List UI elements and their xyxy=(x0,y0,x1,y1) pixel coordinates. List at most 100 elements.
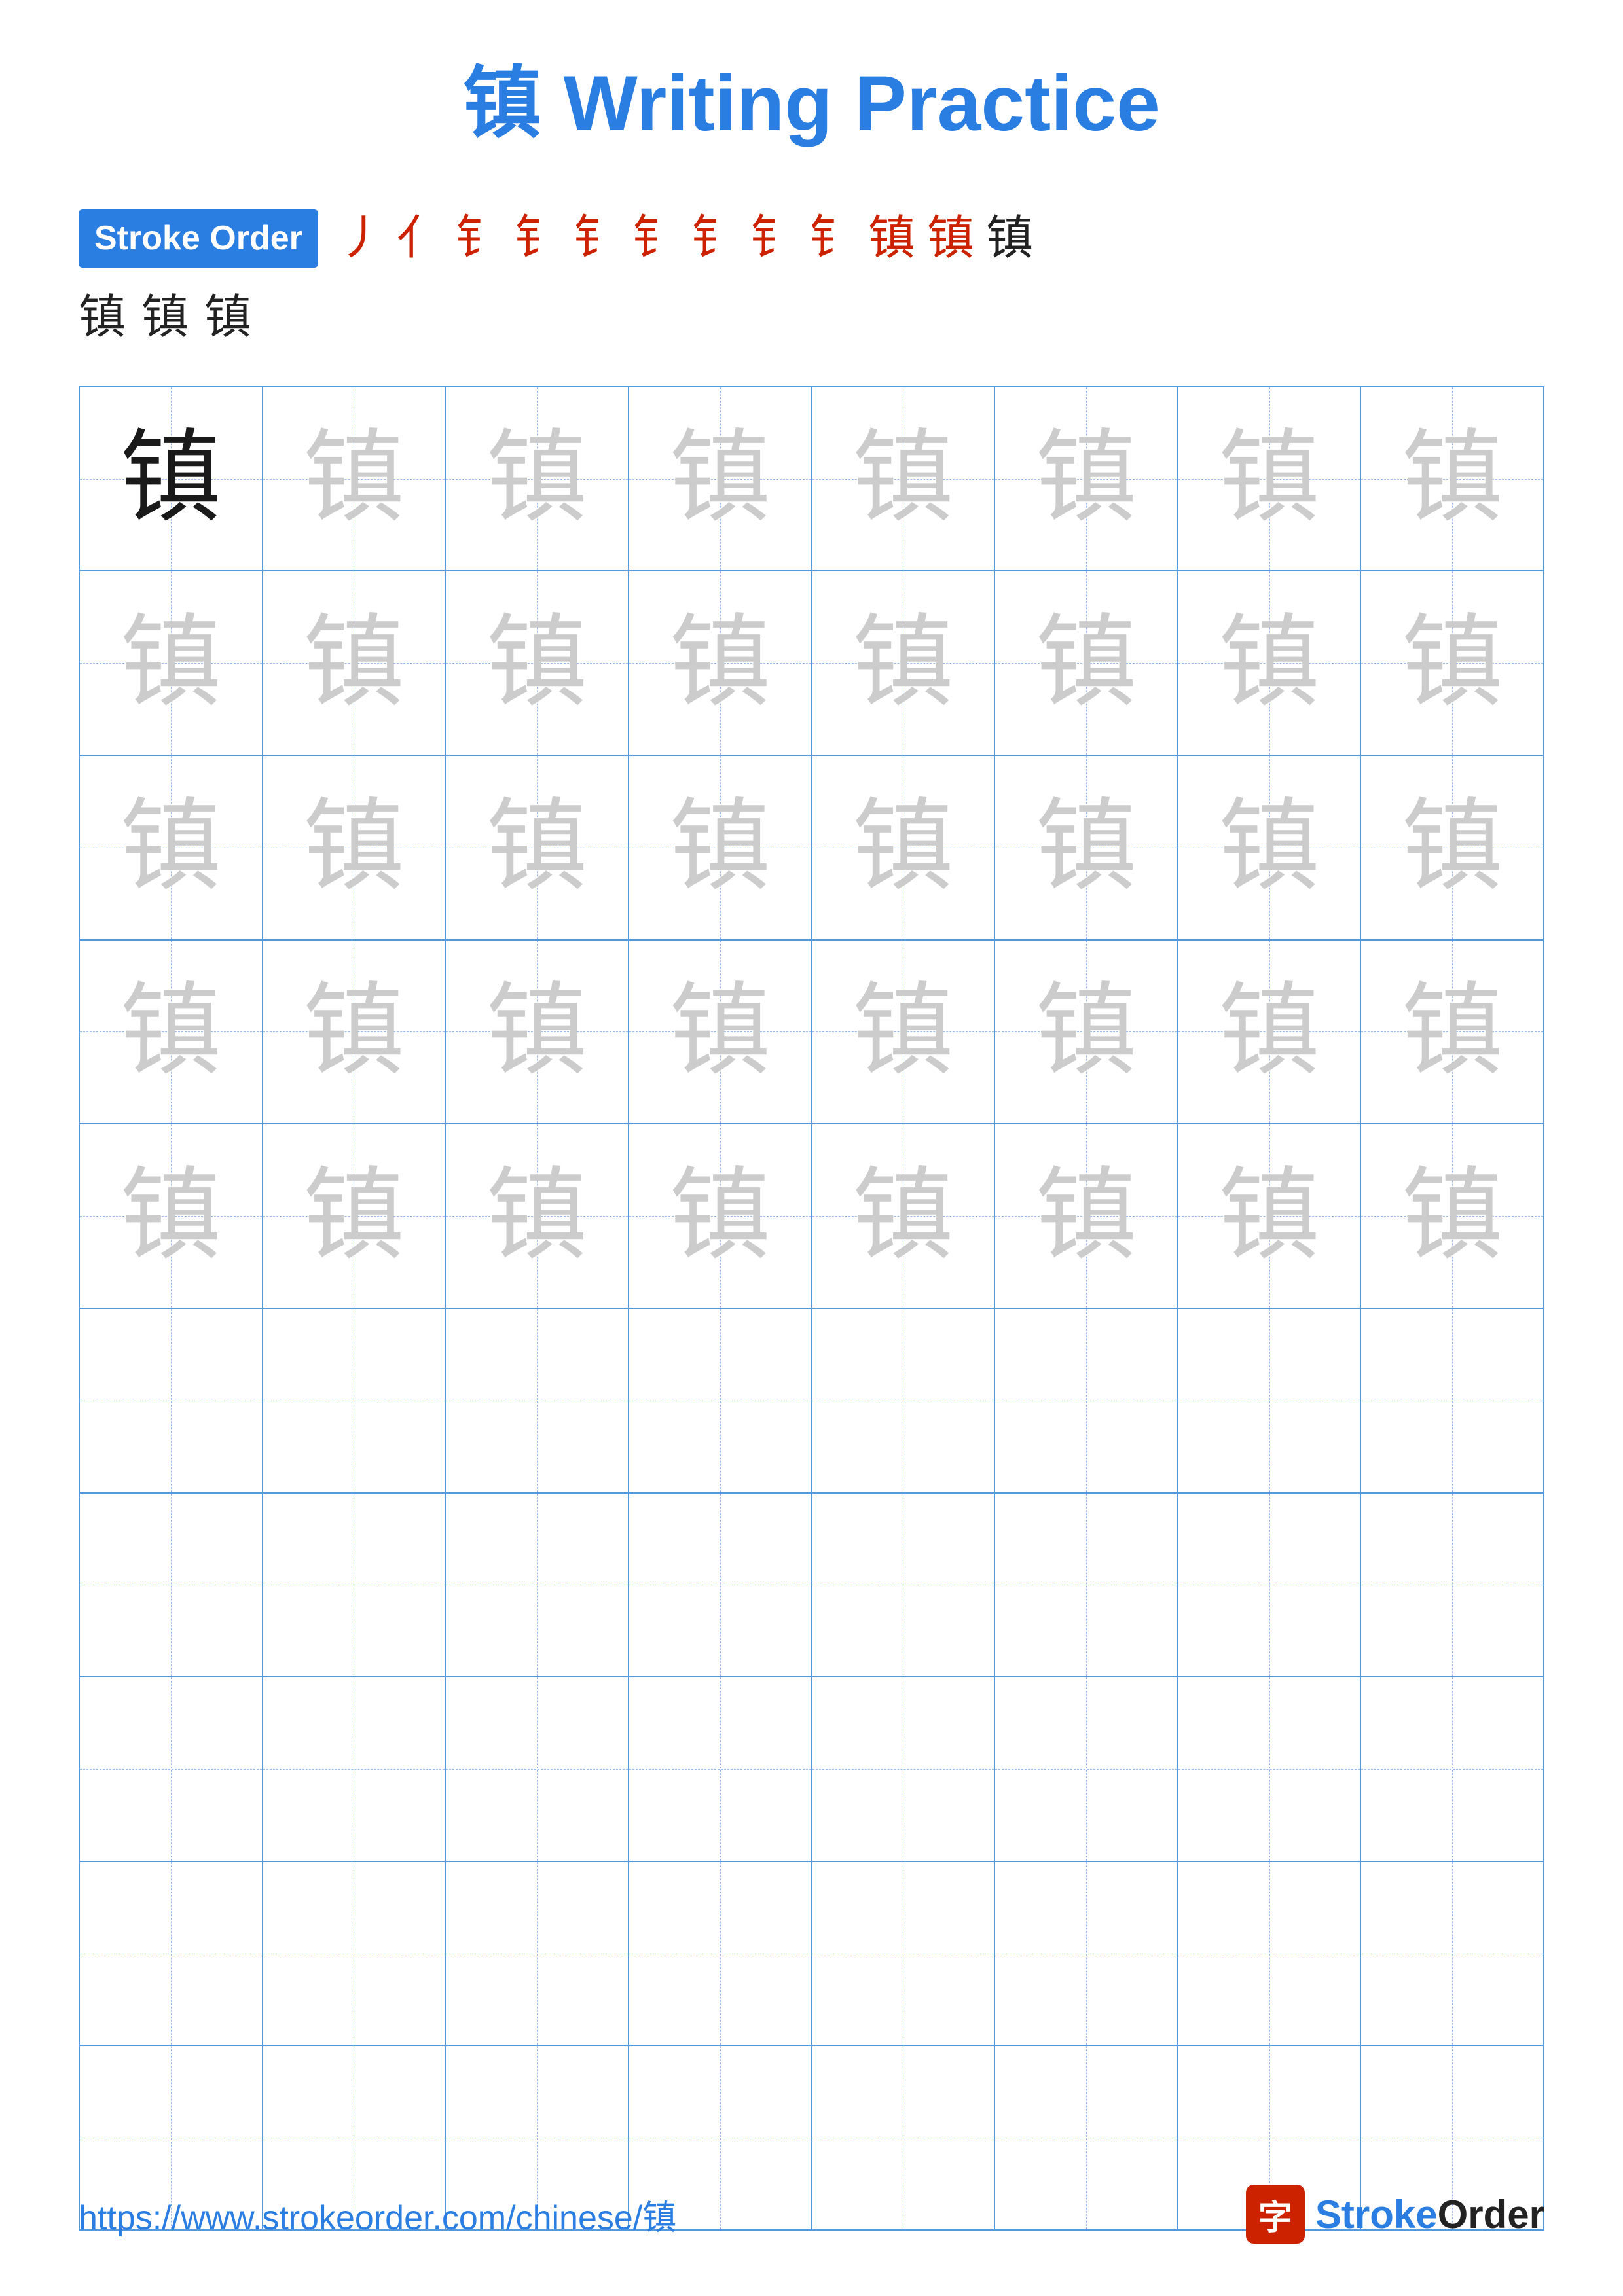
grid-cell-3-6[interactable]: 镇 xyxy=(995,756,1178,939)
char-display: 镇 xyxy=(120,613,221,714)
char-display: 镇 xyxy=(1035,428,1137,529)
char-display: 镇 xyxy=(303,981,405,1083)
stroke-line2: 镇 镇 镇 xyxy=(79,278,1544,347)
grid-cell-6-5[interactable] xyxy=(812,1309,996,1492)
grid-cell-5-4[interactable]: 镇 xyxy=(629,1124,812,1308)
grid-cell-6-6[interactable] xyxy=(995,1309,1178,1492)
grid-cell-1-2[interactable]: 镇 xyxy=(263,387,447,571)
grid-cell-5-3[interactable]: 镇 xyxy=(446,1124,629,1308)
footer-url[interactable]: https://www.strokeorder.com/chinese/镇 xyxy=(79,2190,676,2239)
char-display: 镇 xyxy=(303,613,405,714)
grid-cell-3-2[interactable]: 镇 xyxy=(263,756,447,939)
grid-cell-7-5[interactable] xyxy=(812,1494,996,1677)
grid-cell-2-6[interactable]: 镇 xyxy=(995,571,1178,755)
grid-cell-4-8[interactable]: 镇 xyxy=(1361,941,1543,1124)
grid-cell-2-2[interactable]: 镇 xyxy=(263,571,447,755)
grid-cell-7-4[interactable] xyxy=(629,1494,812,1677)
stroke-char-3: 钅 xyxy=(456,206,503,272)
grid-cell-1-1[interactable]: 镇 xyxy=(80,387,263,571)
grid-cell-2-3[interactable]: 镇 xyxy=(446,571,629,755)
grid-cell-9-4[interactable] xyxy=(629,1862,812,2045)
grid-cell-6-4[interactable] xyxy=(629,1309,812,1492)
grid-cell-7-7[interactable] xyxy=(1178,1494,1362,1677)
grid-cell-9-8[interactable] xyxy=(1361,1862,1543,2045)
grid-cell-2-4[interactable]: 镇 xyxy=(629,571,812,755)
grid-cell-4-6[interactable]: 镇 xyxy=(995,941,1178,1124)
grid-cell-8-3[interactable] xyxy=(446,1677,629,1861)
grid-cell-8-7[interactable] xyxy=(1178,1677,1362,1861)
stroke-char-2: 亻 xyxy=(397,206,444,272)
grid-cell-7-6[interactable] xyxy=(995,1494,1178,1677)
grid-cell-4-2[interactable]: 镇 xyxy=(263,941,447,1124)
grid-cell-4-7[interactable]: 镇 xyxy=(1178,941,1362,1124)
grid-cell-7-3[interactable] xyxy=(446,1494,629,1677)
grid-cell-6-8[interactable] xyxy=(1361,1309,1543,1492)
grid-cell-8-6[interactable] xyxy=(995,1677,1178,1861)
grid-cell-3-5[interactable]: 镇 xyxy=(812,756,996,939)
grid-cell-8-5[interactable] xyxy=(812,1677,996,1861)
grid-cell-9-7[interactable] xyxy=(1178,1862,1362,2045)
grid-cell-4-5[interactable]: 镇 xyxy=(812,941,996,1124)
grid-cell-5-7[interactable]: 镇 xyxy=(1178,1124,1362,1308)
grid-cell-7-2[interactable] xyxy=(263,1494,447,1677)
grid-cell-5-8[interactable]: 镇 xyxy=(1361,1124,1543,1308)
char-display: 镇 xyxy=(120,797,221,898)
grid-cell-6-7[interactable] xyxy=(1178,1309,1362,1492)
grid-cell-2-7[interactable]: 镇 xyxy=(1178,571,1362,755)
char-display: 镇 xyxy=(303,1166,405,1267)
grid-cell-5-6[interactable]: 镇 xyxy=(995,1124,1178,1308)
grid-cell-5-2[interactable]: 镇 xyxy=(263,1124,447,1308)
grid-cell-9-5[interactable] xyxy=(812,1862,996,2045)
grid-cell-3-4[interactable]: 镇 xyxy=(629,756,812,939)
grid-cell-9-6[interactable] xyxy=(995,1862,1178,2045)
grid-row-9 xyxy=(80,1862,1543,2047)
grid-cell-1-6[interactable]: 镇 xyxy=(995,387,1178,571)
grid-cell-6-1[interactable] xyxy=(80,1309,263,1492)
grid-cell-2-8[interactable]: 镇 xyxy=(1361,571,1543,755)
grid-cell-7-8[interactable] xyxy=(1361,1494,1543,1677)
char-display: 镇 xyxy=(669,1166,771,1267)
char-display: 镇 xyxy=(1218,797,1320,898)
grid-cell-6-2[interactable] xyxy=(263,1309,447,1492)
char-display: 镇 xyxy=(486,797,588,898)
grid-cell-5-5[interactable]: 镇 xyxy=(812,1124,996,1308)
grid-cell-3-3[interactable]: 镇 xyxy=(446,756,629,939)
grid-cell-9-1[interactable] xyxy=(80,1862,263,2045)
grid-cell-4-3[interactable]: 镇 xyxy=(446,941,629,1124)
grid-cell-4-1[interactable]: 镇 xyxy=(80,941,263,1124)
char-display: 镇 xyxy=(669,428,771,529)
char-display: 镇 xyxy=(1402,797,1503,898)
grid-cell-2-1[interactable]: 镇 xyxy=(80,571,263,755)
stroke-line2-char-2: 镇 xyxy=(141,278,189,347)
char-display: 镇 xyxy=(1035,981,1137,1083)
char-display: 镇 xyxy=(120,428,221,529)
grid-cell-1-4[interactable]: 镇 xyxy=(629,387,812,571)
grid-cell-3-7[interactable]: 镇 xyxy=(1178,756,1362,939)
grid-cell-4-4[interactable]: 镇 xyxy=(629,941,812,1124)
stroke-order-section: Stroke Order 丿 亻 钅 钅 钅 钅 钅 钅 钅 镇 镇 镇 镇 镇… xyxy=(79,206,1544,347)
grid-cell-1-3[interactable]: 镇 xyxy=(446,387,629,571)
char-display: 镇 xyxy=(1218,613,1320,714)
grid-cell-9-3[interactable] xyxy=(446,1862,629,2045)
grid-cell-1-7[interactable]: 镇 xyxy=(1178,387,1362,571)
grid-cell-8-1[interactable] xyxy=(80,1677,263,1861)
stroke-char-5: 钅 xyxy=(574,206,621,272)
grid-row-1: 镇 镇 镇 镇 镇 镇 镇 镇 xyxy=(80,387,1543,572)
grid-cell-1-5[interactable]: 镇 xyxy=(812,387,996,571)
grid-cell-5-1[interactable]: 镇 xyxy=(80,1124,263,1308)
grid-cell-8-2[interactable] xyxy=(263,1677,447,1861)
grid-cell-3-8[interactable]: 镇 xyxy=(1361,756,1543,939)
grid-row-4: 镇 镇 镇 镇 镇 镇 镇 镇 xyxy=(80,941,1543,1125)
grid-cell-7-1[interactable] xyxy=(80,1494,263,1677)
grid-cell-3-1[interactable]: 镇 xyxy=(80,756,263,939)
char-display: 镇 xyxy=(486,1166,588,1267)
grid-cell-8-8[interactable] xyxy=(1361,1677,1543,1861)
grid-row-6 xyxy=(80,1309,1543,1494)
grid-cell-9-2[interactable] xyxy=(263,1862,447,2045)
grid-cell-6-3[interactable] xyxy=(446,1309,629,1492)
stroke-char-7: 钅 xyxy=(691,206,739,272)
grid-cell-1-8[interactable]: 镇 xyxy=(1361,387,1543,571)
grid-cell-2-5[interactable]: 镇 xyxy=(812,571,996,755)
grid-cell-8-4[interactable] xyxy=(629,1677,812,1861)
stroke-char-9: 钅 xyxy=(809,206,856,272)
